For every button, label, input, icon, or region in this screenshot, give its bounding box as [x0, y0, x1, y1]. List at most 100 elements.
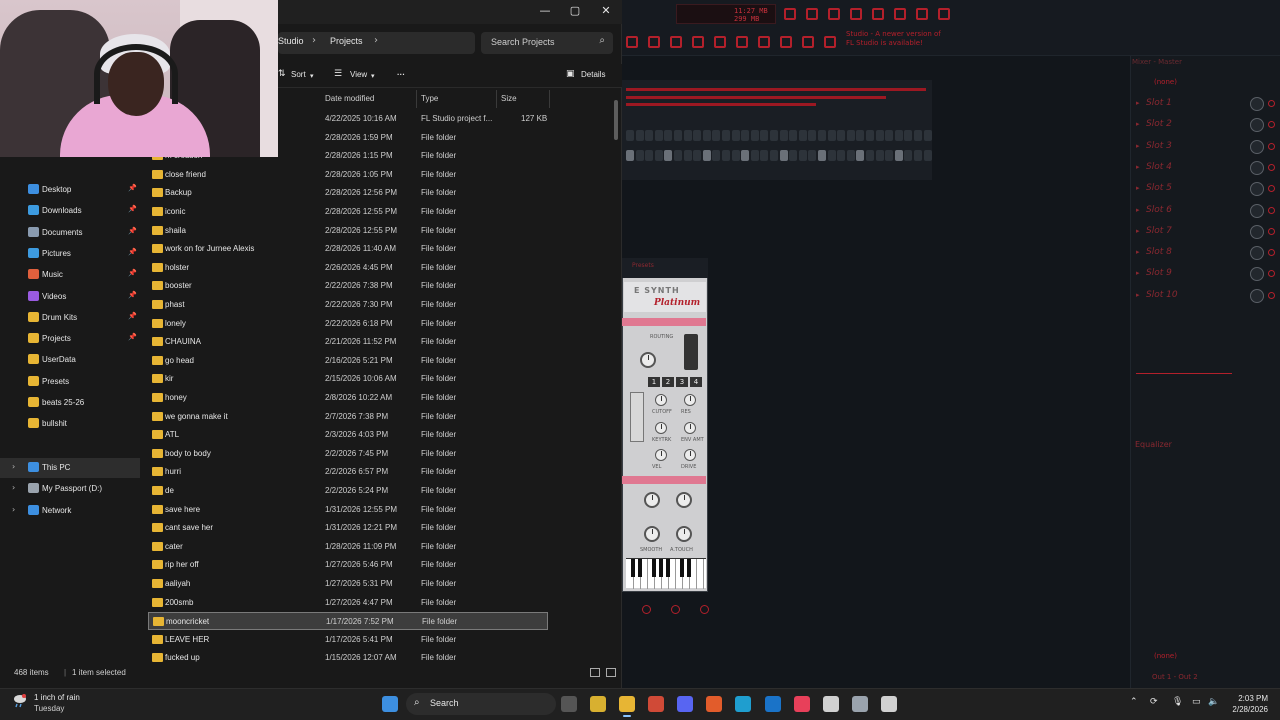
clock-time[interactable]: 2:03 PM — [1224, 694, 1268, 703]
file-row[interactable]: holster 2/26/2026 4:45 PM File folder — [148, 259, 548, 277]
fl-tool-icon[interactable] — [938, 8, 950, 20]
step-button[interactable] — [693, 130, 702, 141]
mixer-slot[interactable]: ▸ Slot 8 — [1136, 245, 1276, 261]
step-button[interactable] — [722, 130, 730, 141]
step-button[interactable] — [914, 130, 922, 141]
fl-tool-icon[interactable] — [784, 8, 796, 20]
step-button[interactable] — [875, 150, 884, 161]
store-icon[interactable] — [823, 696, 839, 712]
column-date-modified[interactable]: Date modified — [325, 94, 374, 108]
tiles-view-toggle[interactable] — [606, 668, 616, 677]
black-key[interactable] — [687, 559, 691, 577]
slot-enable-led[interactable] — [1268, 100, 1275, 107]
breadcrumb-projects[interactable]: Projects — [330, 36, 363, 46]
slot-arrow-icon[interactable]: ▸ — [1136, 227, 1140, 235]
step-button[interactable] — [856, 130, 865, 141]
step-button[interactable] — [885, 150, 894, 161]
fl-tool-icon[interactable] — [850, 8, 862, 20]
mixer-slot[interactable]: ▸ Slot 5 — [1136, 181, 1276, 197]
slot-enable-led[interactable] — [1268, 291, 1275, 299]
file-row[interactable]: work on for Jurnee Alexis 2/28/2026 11:40… — [148, 240, 548, 258]
clock-date[interactable]: 2/28/2026 — [1224, 705, 1268, 714]
black-key[interactable] — [631, 559, 635, 577]
mixer-slot[interactable]: ▸ Slot 10 — [1136, 288, 1276, 304]
file-row[interactable]: rip her off 1/27/2026 5:46 PM File folder — [148, 556, 548, 574]
synth-knob[interactable] — [684, 422, 696, 434]
synth-led[interactable] — [700, 605, 709, 614]
slot-arrow-icon[interactable]: ▸ — [1136, 206, 1140, 214]
file-row[interactable]: aaliyah 1/27/2026 5:31 PM File folder — [148, 575, 548, 593]
step-button[interactable] — [664, 150, 673, 161]
mixer-slot[interactable]: ▸ Slot 6 — [1136, 203, 1276, 219]
step-button[interactable] — [894, 130, 903, 141]
file-row[interactable]: mooncricket 1/17/2026 7:52 PM File folder — [148, 612, 548, 631]
file-row[interactable]: LEAVE HER 1/17/2026 5:41 PM File folder — [148, 631, 548, 649]
step-button[interactable] — [635, 130, 644, 141]
step-button[interactable] — [846, 150, 855, 161]
step-button[interactable] — [789, 150, 798, 161]
nav-item-presets[interactable]: Presets — [0, 372, 140, 392]
step-button[interactable] — [837, 150, 846, 161]
file-row[interactable]: cater 1/28/2026 11:09 PM File folder — [148, 538, 548, 556]
speaker-icon[interactable]: 🔈 — [1208, 697, 1219, 707]
step-button[interactable] — [760, 130, 769, 141]
weather-title[interactable]: 1 inch of rain — [34, 693, 80, 702]
step-button[interactable] — [808, 130, 817, 141]
black-key[interactable] — [652, 559, 656, 577]
equalizer-label[interactable]: Equalizer — [1135, 440, 1172, 449]
fl-tool-icon[interactable] — [828, 8, 840, 20]
details-view-toggle[interactable] — [590, 668, 600, 677]
step-button[interactable] — [750, 130, 759, 141]
slot-mix-knob[interactable] — [1250, 203, 1264, 218]
nav-item-pictures[interactable]: Pictures 📌 — [0, 244, 140, 264]
slot-mix-knob[interactable] — [1250, 246, 1264, 261]
itunes-icon[interactable] — [794, 696, 810, 712]
chevron-up-icon[interactable]: ⌃ — [1130, 697, 1138, 707]
synth-led[interactable] — [642, 605, 651, 614]
step-button[interactable] — [702, 150, 711, 161]
slot-enable-led[interactable] — [1268, 249, 1275, 257]
rain-cloud-icon[interactable] — [12, 692, 28, 708]
step-button[interactable] — [798, 150, 807, 161]
column-divider[interactable] — [549, 90, 550, 108]
synth-led[interactable] — [671, 605, 680, 614]
app-circle-icon[interactable] — [590, 696, 606, 712]
edge-icon[interactable] — [735, 696, 751, 712]
mixer-output[interactable]: Out 1 - Out 2 — [1152, 673, 1198, 681]
slot-mix-knob[interactable] — [1250, 160, 1264, 175]
mixer-slot[interactable]: ▸ Slot 7 — [1136, 224, 1276, 240]
step-button[interactable] — [635, 150, 644, 161]
fl-tool-icon[interactable] — [894, 8, 906, 20]
fl-tool-icon[interactable] — [648, 36, 660, 48]
fl-tool-icon[interactable] — [802, 36, 814, 48]
fl-tool-icon[interactable] — [780, 36, 792, 48]
step-button[interactable] — [866, 130, 874, 141]
step-button[interactable] — [894, 150, 903, 161]
slot-arrow-icon[interactable]: ▸ — [1136, 248, 1140, 256]
step-button[interactable] — [779, 150, 788, 161]
synth-knob-large[interactable] — [676, 526, 692, 542]
file-list-scrollbar[interactable] — [614, 100, 618, 140]
slot-enable-led[interactable] — [1268, 227, 1275, 235]
step-button[interactable] — [750, 150, 759, 161]
slot-enable-led[interactable] — [1268, 142, 1275, 150]
step-button[interactable] — [779, 130, 788, 141]
nav-item-beats-25-26[interactable]: beats 25-26 — [0, 393, 140, 413]
synth-tab-4[interactable]: 4 — [690, 377, 702, 387]
step-button[interactable] — [741, 130, 750, 141]
nav-item-documents[interactable]: Documents 📌 — [0, 223, 140, 243]
synth-tab-3[interactable]: 3 — [676, 377, 688, 387]
task-view-icon[interactable] — [561, 696, 577, 712]
step-button[interactable] — [693, 150, 702, 161]
step-button[interactable] — [683, 130, 692, 141]
slot-arrow-icon[interactable]: ▸ — [1136, 142, 1140, 150]
nav-item-drum-kits[interactable]: Drum Kits 📌 — [0, 308, 140, 328]
step-button[interactable] — [674, 130, 682, 141]
file-row[interactable]: de 2/2/2026 5:24 PM File folder — [148, 482, 548, 500]
step-button[interactable] — [683, 150, 692, 161]
mixer-slot[interactable]: ▸ Slot 1 — [1136, 96, 1276, 112]
file-row[interactable]: honey 2/8/2026 10:22 AM File folder — [148, 389, 548, 407]
chrome-icon[interactable] — [648, 696, 664, 712]
column-size[interactable]: Size — [501, 94, 517, 108]
slot-enable-led[interactable] — [1268, 185, 1275, 193]
